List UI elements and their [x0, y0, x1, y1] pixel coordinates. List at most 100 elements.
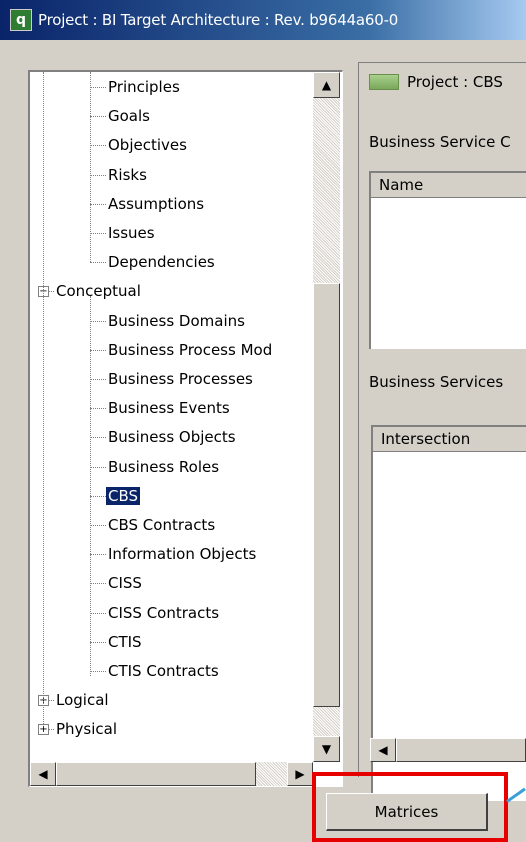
details-panel: Project : CBS Business Service C Name Bu… — [358, 62, 526, 801]
tree-item-label: Information Objects — [108, 545, 257, 564]
tree-item-label: Dependencies — [108, 253, 215, 272]
tree-item-label: Goals — [108, 107, 150, 126]
tree-connector — [90, 437, 106, 439]
tree-scroll-thumb[interactable] — [313, 283, 340, 707]
grid-horizontal-scrollbar[interactable]: ◀ — [370, 738, 526, 762]
tree-item[interactable]: Physical — [54, 716, 119, 742]
scroll-left-icon: ◀ — [38, 767, 48, 781]
tree-connector — [90, 320, 106, 322]
tree-item-label: Business Process Mod — [108, 340, 273, 359]
grid-scroll-left-button[interactable]: ◀ — [370, 738, 396, 762]
highlight-box — [312, 772, 508, 842]
scroll-down-icon: ▼ — [321, 742, 332, 756]
tree-connector — [90, 583, 106, 585]
tree-connector — [90, 554, 106, 556]
tree-item-label: CBS Contracts — [108, 516, 216, 534]
tree-item[interactable]: CTIS — [106, 629, 144, 655]
grid-column-intersection[interactable]: Intersection — [373, 427, 526, 452]
tree-guide — [43, 72, 44, 725]
section-business-services-label: Business Services — [369, 373, 504, 391]
tree-connector — [90, 379, 106, 380]
tree-guide — [90, 72, 91, 263]
tree-item-label: CTIS — [108, 632, 142, 651]
tree-connector — [90, 466, 106, 468]
scroll-up-button[interactable]: ▲ — [313, 72, 340, 98]
tree-item-label: Business Objects — [108, 428, 236, 447]
business-service-grid[interactable]: Name — [369, 171, 526, 349]
tree-item[interactable]: CISS Contracts — [106, 600, 221, 626]
tree-item[interactable]: Issues — [106, 220, 157, 246]
tree-connector — [90, 203, 106, 205]
tree-connector — [90, 495, 106, 497]
tree-item-label: CISS — [108, 574, 142, 593]
scroll-down-button[interactable]: ▼ — [313, 736, 340, 762]
tree-item-label: Business Domains — [108, 311, 245, 330]
tree-item[interactable]: Business Processes — [106, 366, 255, 392]
grid-column-name[interactable]: Name — [371, 173, 526, 198]
scroll-right-button[interactable]: ▶ — [287, 762, 313, 786]
tree-item-label: Risks — [108, 165, 147, 184]
tree-item[interactable]: CBS — [106, 483, 141, 509]
tree-connector — [90, 641, 106, 643]
tree-item[interactable]: Dependencies — [106, 249, 217, 275]
scroll-left-button[interactable]: ◀ — [30, 762, 56, 786]
tree-item-label: Issues — [108, 224, 155, 242]
scroll-up-icon: ▲ — [321, 78, 332, 92]
tree-item-label: Business Processes — [108, 370, 253, 388]
details-header: Project : CBS — [369, 73, 503, 91]
grid-hscroll-thumb[interactable] — [396, 738, 526, 762]
tree-item[interactable]: Information Objects — [106, 541, 258, 567]
tree-connector — [90, 612, 106, 614]
tree-item[interactable]: Objectives — [106, 132, 189, 158]
section-business-service-label: Business Service C — [369, 133, 511, 151]
tree-item-label: CTIS Contracts — [108, 662, 219, 680]
tree-item[interactable]: Business Events — [106, 395, 232, 421]
tree-item-label: Objectives — [108, 136, 187, 155]
tree-item-label: Assumptions — [108, 194, 205, 213]
tree-connector — [90, 87, 106, 88]
tree-connector — [90, 116, 106, 118]
tree-connector — [90, 671, 106, 672]
tree-item[interactable]: Conceptual — [54, 278, 143, 304]
tree-connector — [90, 349, 106, 351]
tree-guide — [90, 296, 91, 676]
grid-scroll-left-icon: ◀ — [378, 743, 388, 757]
tree-connector — [90, 233, 106, 234]
details-header-label: Project : CBS — [407, 73, 503, 91]
object-icon — [369, 74, 399, 90]
tree-hscroll-thumb[interactable] — [56, 762, 256, 786]
title-bar: q Project : BI Target Architecture : Rev… — [0, 0, 526, 40]
tree-item[interactable]: Principles — [106, 74, 182, 100]
tree-item-label: Business Events — [108, 399, 230, 418]
tree-item[interactable]: Business Domains — [106, 308, 247, 334]
expand-icon[interactable]: + — [38, 724, 49, 736]
tree-item[interactable]: CBS Contracts — [106, 512, 217, 538]
tree-item[interactable]: CTIS Contracts — [106, 658, 221, 684]
tree-connector — [90, 145, 106, 147]
tree-list: Principles Goals Objectives Risks Assumption… — [30, 72, 313, 762]
tree-item-label: CISS Contracts — [108, 603, 220, 622]
tree-item-label: Logical — [56, 691, 109, 710]
tree-item-label: Principles — [108, 78, 180, 96]
tree-item[interactable]: Goals — [106, 103, 152, 129]
tree-item[interactable]: Risks — [106, 162, 149, 188]
tree-item-label: Physical — [56, 720, 118, 739]
tree-item[interactable]: Business Objects — [106, 424, 238, 450]
tree-item-label: Business Roles — [108, 457, 220, 476]
tree-connector — [90, 262, 106, 264]
tree-vertical-scrollbar[interactable]: ▲ ▼ — [313, 72, 340, 762]
tree-item[interactable]: Business Process Mod — [106, 337, 274, 363]
tree-item-label: CBS — [106, 486, 141, 505]
tree-item[interactable]: Business Roles — [106, 454, 221, 480]
scroll-right-icon: ▶ — [295, 767, 305, 781]
app-icon: q — [10, 9, 32, 31]
tree-item[interactable]: Logical — [54, 687, 111, 713]
tree-connector — [90, 408, 106, 410]
tree-item[interactable]: Assumptions — [106, 191, 206, 217]
tree-item[interactable]: CISS — [106, 570, 144, 596]
window-title: Project : BI Target Architecture : Rev. … — [38, 11, 399, 29]
project-tree[interactable]: Principles Goals Objectives Risks Assumption… — [28, 70, 343, 787]
tree-horizontal-scrollbar[interactable]: ◀ ▶ — [30, 762, 313, 786]
tree-connector — [90, 174, 106, 176]
tree-item-label: Conceptual — [56, 282, 141, 301]
